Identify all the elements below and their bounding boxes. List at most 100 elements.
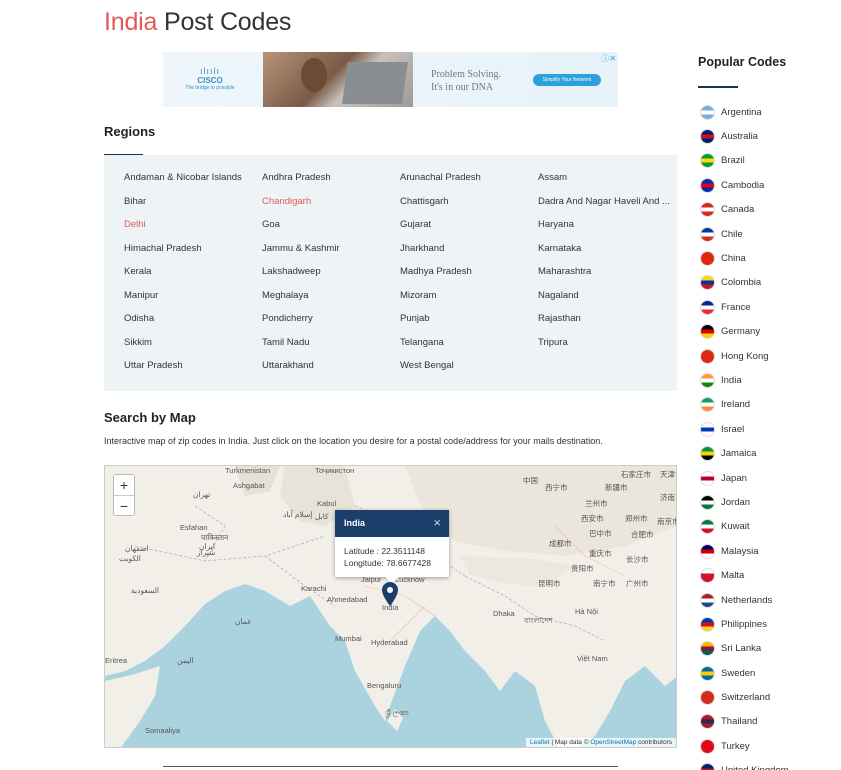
map-attribution: Leaflet | Map data © OpenStreetMap contr… <box>525 738 676 747</box>
country-item[interactable]: Argentina <box>700 100 841 124</box>
region-link[interactable]: Tamil Nadu <box>262 337 400 361</box>
map-place-label: 长沙市 <box>626 555 649 564</box>
country-item[interactable]: India <box>700 368 841 392</box>
sidebar-underline <box>698 86 738 88</box>
map-place-label: 南京市 <box>657 517 676 526</box>
map-place-label: الكويت <box>119 554 141 563</box>
country-item[interactable]: Germany <box>700 320 841 344</box>
country-item[interactable]: Netherlands <box>700 588 841 612</box>
region-link[interactable]: Haryana <box>538 219 679 243</box>
region-link[interactable]: Goa <box>262 219 400 243</box>
map-place-label: Bengaluru <box>367 681 402 690</box>
country-item[interactable]: Colombia <box>700 271 841 295</box>
leaflet-link[interactable]: Leaflet <box>530 739 550 746</box>
country-item[interactable]: Philippines <box>700 612 841 636</box>
flag-icon <box>700 299 715 315</box>
country-item[interactable]: Sweden <box>700 661 841 685</box>
popup-close-icon[interactable]: × <box>433 515 441 530</box>
country-item[interactable]: Sri Lanka <box>700 637 841 661</box>
region-link[interactable]: Gujarat <box>400 219 538 243</box>
ad-close-icon[interactable]: ⓘ✕ <box>601 53 616 64</box>
region-link[interactable]: Punjab <box>400 313 538 337</box>
region-link[interactable]: West Bengal <box>400 360 538 384</box>
country-item[interactable]: Kuwait <box>700 515 841 539</box>
map-marker-icon[interactable] <box>382 582 398 606</box>
region-link[interactable]: Manipur <box>124 290 262 314</box>
flag-icon <box>700 641 715 657</box>
country-item[interactable]: Malaysia <box>700 539 841 563</box>
zoom-out-button[interactable]: − <box>114 495 134 515</box>
region-link[interactable]: Odisha <box>124 313 262 337</box>
region-link[interactable]: Dadra And Nagar Haveli And ... <box>538 196 679 220</box>
map-place-label: عمان <box>235 617 252 626</box>
country-item[interactable]: Canada <box>700 198 841 222</box>
region-link[interactable]: Telangana <box>400 337 538 361</box>
attribution-sep: | Map data © <box>549 739 591 746</box>
country-item[interactable]: Malta <box>700 563 841 587</box>
region-link[interactable]: Lakshadweep <box>262 266 400 290</box>
region-link[interactable]: Maharashtra <box>538 266 679 290</box>
region-link[interactable]: Himachal Pradesh <box>124 243 262 267</box>
country-item[interactable]: Jamaica <box>700 441 841 465</box>
region-link[interactable]: Assam <box>538 172 679 196</box>
region-link[interactable]: Chattisgarh <box>400 196 538 220</box>
map-place-label: Karachi <box>301 584 327 593</box>
region-link[interactable]: Delhi <box>124 219 262 243</box>
region-link[interactable]: Andhra Pradesh <box>262 172 400 196</box>
flag-icon <box>700 348 715 364</box>
country-item[interactable]: Ireland <box>700 393 841 417</box>
country-item[interactable]: Brazil <box>700 149 841 173</box>
country-item[interactable]: Jordan <box>700 490 841 514</box>
page-title: India Post Codes <box>104 8 291 37</box>
map-place-label: 新疆市 <box>605 483 628 492</box>
country-item[interactable]: Israel <box>700 417 841 441</box>
region-link[interactable]: Jharkhand <box>400 243 538 267</box>
country-name: Turkey <box>721 740 750 752</box>
map-place-label: Hà Nội <box>575 607 598 616</box>
region-link[interactable]: Nagaland <box>538 290 679 314</box>
country-item[interactable]: China <box>700 246 841 270</box>
country-item[interactable]: Turkey <box>700 734 841 758</box>
country-item[interactable]: Switzerland <box>700 685 841 709</box>
map-place-label: 巴中市 <box>589 529 612 538</box>
region-link[interactable]: Arunachal Pradesh <box>400 172 538 196</box>
osm-link[interactable]: OpenStreetMap <box>590 739 636 746</box>
map-place-label: 合肥市 <box>631 530 654 539</box>
country-item[interactable]: Australia <box>700 124 841 148</box>
region-link[interactable]: Bihar <box>124 196 262 220</box>
region-link[interactable]: Meghalaya <box>262 290 400 314</box>
country-item[interactable]: Hong Kong <box>700 344 841 368</box>
ad-banner[interactable]: ılıılı CISCO The bridge to possible Prob… <box>163 52 618 107</box>
country-item[interactable]: United Kingdom <box>700 759 841 770</box>
country-item[interactable]: Cambodia <box>700 173 841 197</box>
region-link[interactable]: Madhya Pradesh <box>400 266 538 290</box>
region-link[interactable]: Uttar Pradesh <box>124 360 262 384</box>
flag-icon <box>700 519 715 535</box>
zoom-in-button[interactable]: + <box>114 475 134 495</box>
country-item[interactable]: Japan <box>700 466 841 490</box>
ad-cta-button[interactable]: Simplify Your Network <box>533 74 601 86</box>
map-place-label: 广州市 <box>626 579 649 588</box>
popup-header: India × <box>335 510 449 537</box>
region-link[interactable]: Jammu & Kashmir <box>262 243 400 267</box>
region-link[interactable]: Kerala <box>124 266 262 290</box>
map-place-label: 南宁市 <box>593 579 616 588</box>
map-place-label: Esfahan <box>180 523 208 532</box>
region-link[interactable]: Tripura <box>538 337 679 361</box>
interactive-map[interactable]: Turkmenistan Тоҷикистон 中国 Ashgabat Kabul 西宁市… <box>104 465 677 748</box>
country-item[interactable]: Chile <box>700 222 841 246</box>
map-zoom-control: + − <box>113 474 135 516</box>
region-link[interactable]: Chandigarh <box>262 196 400 220</box>
region-link[interactable]: Sikkim <box>124 337 262 361</box>
region-link[interactable]: Karnataka <box>538 243 679 267</box>
country-item[interactable]: France <box>700 295 841 319</box>
map-place-label: 济南市 <box>660 493 676 502</box>
flag-icon <box>700 494 715 510</box>
region-link[interactable]: Mizoram <box>400 290 538 314</box>
flag-icon <box>700 202 715 218</box>
region-link[interactable]: Pondicherry <box>262 313 400 337</box>
country-item[interactable]: Thailand <box>700 710 841 734</box>
region-link[interactable]: Andaman & Nicobar Islands <box>124 172 262 196</box>
region-link[interactable]: Uttarakhand <box>262 360 400 384</box>
region-link[interactable]: Rajasthan <box>538 313 679 337</box>
